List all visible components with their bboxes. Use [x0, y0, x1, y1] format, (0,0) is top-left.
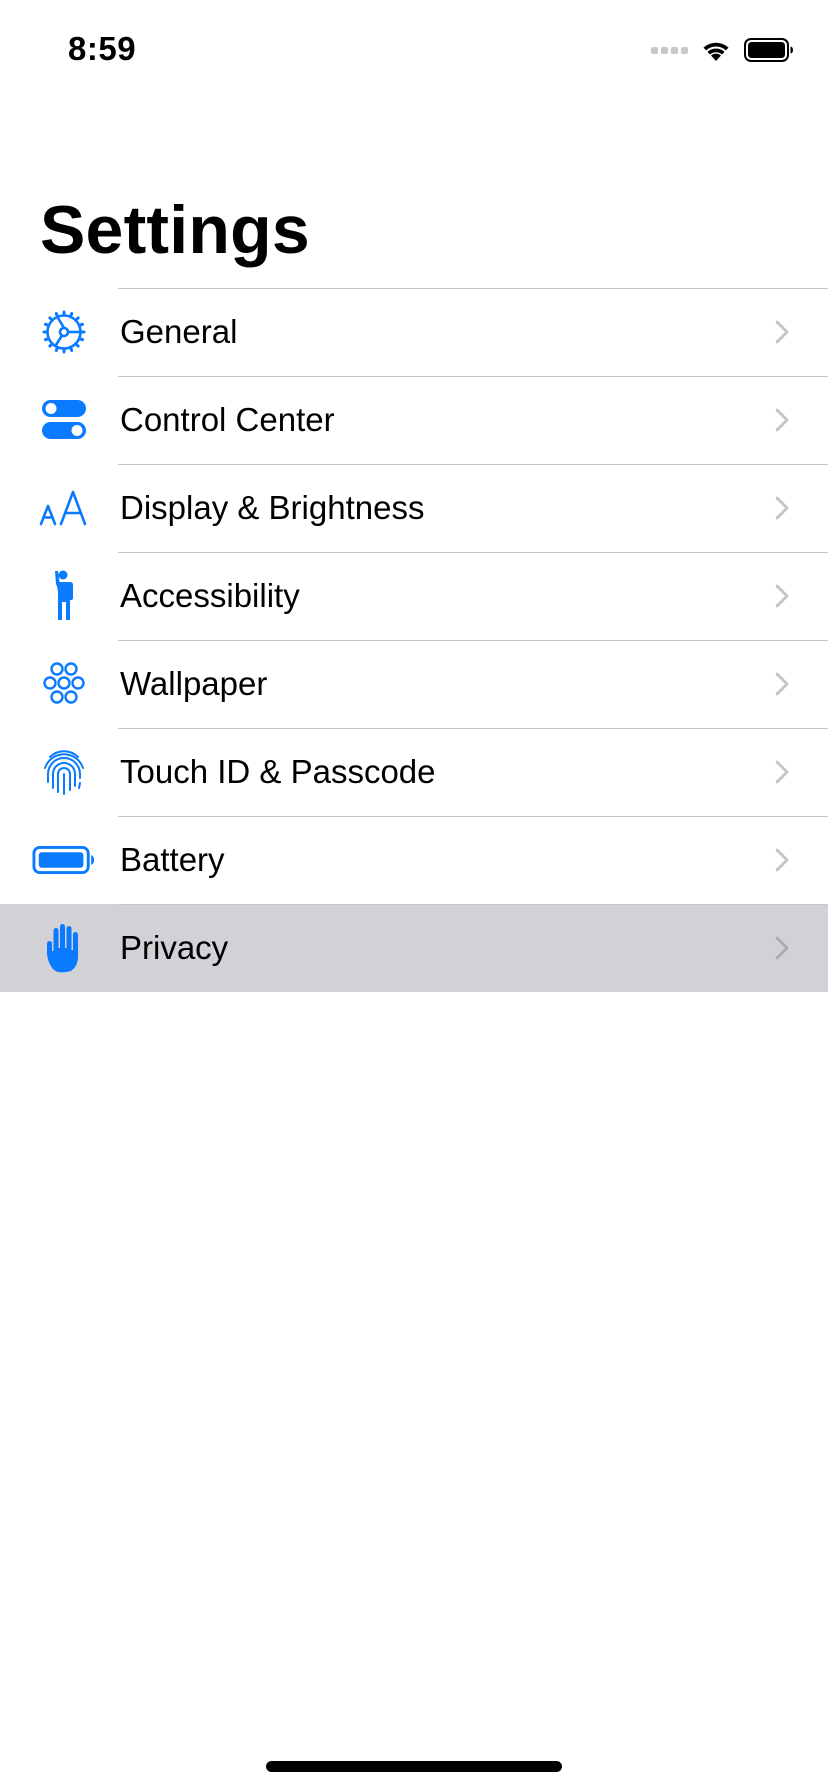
- settings-item-label: Touch ID & Passcode: [120, 753, 436, 790]
- settings-item-display-brightness[interactable]: Display & Brightness: [0, 464, 828, 552]
- settings-item-battery[interactable]: Battery: [0, 816, 828, 904]
- battery-icon: [32, 836, 96, 884]
- wifi-icon: [703, 42, 729, 61]
- toggles-icon: [32, 396, 96, 444]
- settings-item-privacy[interactable]: Privacy: [0, 904, 828, 992]
- home-indicator[interactable]: [266, 1761, 562, 1772]
- settings-list: General Control Center Display & Brightn…: [0, 288, 828, 992]
- battery-icon: [744, 38, 793, 62]
- chevron-right-icon: [775, 584, 789, 608]
- chevron-right-icon: [775, 848, 789, 872]
- status-icons: [651, 36, 794, 64]
- settings-item-accessibility[interactable]: Accessibility: [0, 552, 828, 640]
- status-bar: 8:59: [0, 0, 828, 100]
- fingerprint-icon: [32, 748, 96, 796]
- settings-item-touch-id-passcode[interactable]: Touch ID & Passcode: [0, 728, 828, 816]
- chevron-right-icon: [775, 672, 789, 696]
- text-size-icon: [32, 484, 96, 532]
- chevron-right-icon: [775, 320, 789, 344]
- cellular-signal-icon: [651, 46, 688, 54]
- settings-item-label: Wallpaper: [120, 665, 268, 702]
- hand-icon: [32, 924, 96, 973]
- settings-item-label: Control Center: [120, 401, 335, 438]
- flower-icon: [32, 660, 96, 708]
- chevron-right-icon: [775, 760, 789, 784]
- chevron-right-icon: [775, 408, 789, 432]
- page-title: Settings: [40, 192, 310, 268]
- settings-item-label: Privacy: [120, 929, 229, 966]
- settings-item-general[interactable]: General: [0, 288, 828, 376]
- status-time: 8:59: [68, 30, 137, 67]
- chevron-right-icon: [775, 936, 789, 960]
- settings-item-label: General: [120, 313, 238, 350]
- settings-item-wallpaper[interactable]: Wallpaper: [0, 640, 828, 728]
- settings-item-label: Battery: [120, 841, 225, 878]
- accessibility-icon: [32, 570, 96, 620]
- settings-item-control-center[interactable]: Control Center: [0, 376, 828, 464]
- settings-item-label: Display & Brightness: [120, 489, 425, 526]
- gear-icon: [32, 308, 96, 356]
- chevron-right-icon: [775, 496, 789, 520]
- settings-item-label: Accessibility: [120, 577, 300, 614]
